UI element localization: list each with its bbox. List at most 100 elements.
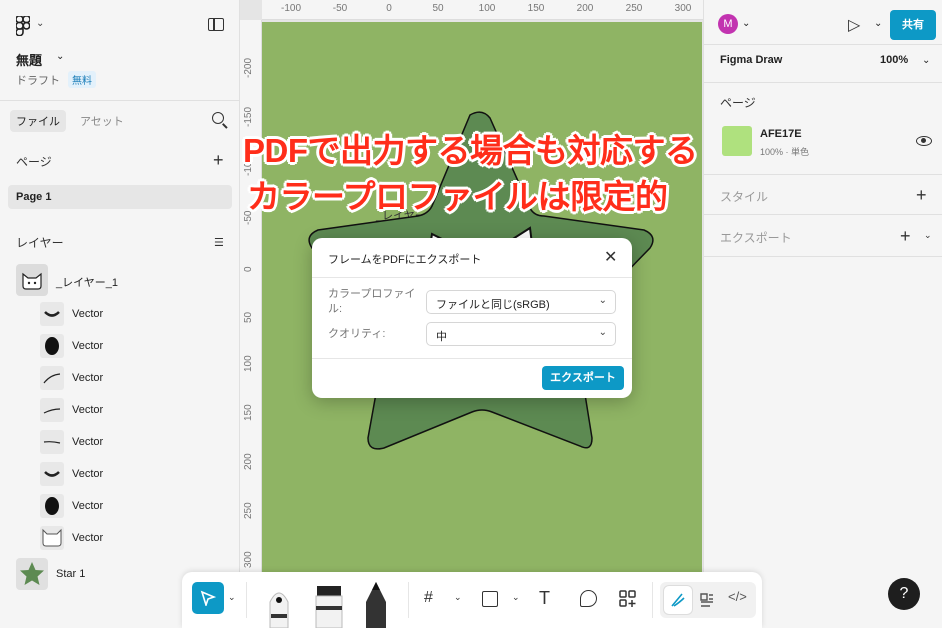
layer-row[interactable]: Vector [0,298,240,330]
add-page-icon[interactable]: + [213,151,224,169]
left-panel: ⌄ 無題 ⌄ ドラフト 無料 ファイル アセット ページ + Page 1 レイ… [0,0,240,628]
vector-thumbnail [40,526,64,550]
figma-logo-icon[interactable] [15,15,31,41]
add-style-icon[interactable]: + [916,186,927,204]
chevron-down-icon: ⌄ [598,327,607,338]
right-panel: M ⌄ ▷ ⌄ 共有 Figma Draw 100% ⌄ ページ AFE17E … [703,0,942,628]
layers-collapse-icon[interactable]: ☰ [214,236,224,249]
ruler-tick: 250 [625,3,643,14]
vector-thumbnail [40,334,64,358]
draft-label: ドラフト [16,75,60,87]
color-profile-value: ファイルと同じ(sRGB) [436,299,550,311]
chevron-down-icon[interactable]: ⌄ [924,230,932,241]
layers-heading: レイヤー [16,236,64,250]
divider [704,44,942,45]
frame-thumbnail [16,264,48,296]
chevron-down-icon[interactable]: ⌄ [56,51,64,62]
star-thumbnail [16,558,48,590]
chevron-down-icon[interactable]: ⌄ [512,592,520,603]
layer-row[interactable]: Vector [0,330,240,362]
ruler-tick: 200 [243,453,254,470]
layer-name: Vector [72,404,104,416]
layer-name: Vector [72,340,104,352]
pen-tool-icon[interactable] [266,580,292,628]
quality-select[interactable]: 中 ⌄ [426,322,616,346]
vector-thumbnail [40,430,64,454]
fill-swatch[interactable] [722,126,752,156]
color-profile-select[interactable]: ファイルと同じ(sRGB) ⌄ [426,290,616,314]
fill-hex[interactable]: AFE17E [760,128,802,140]
avatar[interactable]: M [718,14,738,34]
export-button[interactable]: エクスポート [542,366,624,390]
ruler-tick: 50 [243,311,254,323]
chevron-down-icon[interactable]: ⌄ [228,592,236,603]
text-tool-icon[interactable]: T [539,588,550,609]
divider [246,582,247,618]
quality-value: 中 [436,331,447,343]
vector-thumbnail [40,366,64,390]
chevron-down-icon[interactable]: ⌄ [454,592,462,603]
layer-row[interactable]: Vector [0,362,240,394]
draw-mode-icon[interactable] [664,586,692,614]
present-play-icon[interactable]: ▷ [848,15,860,35]
ruler-tick: 200 [576,3,594,14]
add-export-icon[interactable]: + [900,227,911,245]
layer-row[interactable]: Vector [0,394,240,426]
zoom-level[interactable]: 100% [880,54,908,66]
plan-badge: 無料 [68,71,96,88]
layer-row[interactable]: Vector [0,426,240,458]
tab-assets[interactable]: アセット [74,110,130,132]
divider [704,82,942,83]
close-icon[interactable]: ✕ [604,250,617,266]
tab-file[interactable]: ファイル [10,110,66,132]
chevron-down-icon[interactable]: ⌄ [874,18,882,29]
ruler-tick: 150 [243,404,254,421]
pages-heading: ページ [16,155,52,169]
chevron-down-icon[interactable]: ⌄ [922,55,930,66]
page-heading: ページ [720,96,756,110]
ruler-tick: 0 [386,3,392,14]
divider [652,582,653,618]
chevron-down-icon[interactable]: ⌄ [36,18,44,29]
dev-mode-icon[interactable]: </> [728,589,747,604]
divider [408,582,409,618]
dialog-title: フレームをPDFにエクスポート [328,254,482,266]
mode-label: Figma Draw [720,54,783,66]
comment-tool-icon[interactable] [580,590,597,607]
bottom-toolbar: ⌄ # ⌄ ⌄ T </> [182,572,762,628]
ruler-tick: 250 [243,502,254,519]
ruler-tick: 100 [478,3,496,14]
shape-tool-icon[interactable] [482,591,498,607]
vector-thumbnail [40,462,64,486]
layer-row[interactable]: Vector [0,458,240,490]
layer-name: Vector [72,468,104,480]
divider [0,100,240,101]
page-item[interactable]: Page 1 [8,185,232,209]
search-icon[interactable] [212,112,224,124]
chevron-down-icon[interactable]: ⌄ [742,18,750,29]
eye-icon[interactable] [916,136,932,146]
actions-tool-icon[interactable] [618,589,638,609]
frame-tool-icon[interactable]: # [424,589,433,607]
layer-row[interactable]: Vector [0,490,240,522]
sidebar-toggle-icon[interactable] [208,18,224,31]
layer-row[interactable]: Vector [0,522,240,554]
layer-name: Star 1 [56,568,86,580]
pencil-tool-icon[interactable] [362,580,390,628]
export-heading: エクスポート [720,231,792,245]
help-button[interactable]: ? [888,578,920,610]
vector-thumbnail [40,398,64,422]
ruler-tick: -50 [332,3,348,14]
quality-label: クオリティ: [328,328,386,340]
layer-name: Vector [72,372,104,384]
layer-frame-name[interactable]: _レイヤー_1 [56,274,118,290]
ruler-tick: -200 [243,57,254,78]
design-mode-icon[interactable] [698,591,716,609]
fill-opacity: 100% · 単色 [760,147,810,157]
move-tool-icon[interactable] [192,582,224,614]
vector-thumbnail [40,494,64,518]
marker-tool-icon[interactable] [314,582,344,628]
color-profile-label: カラープロファイル: [328,288,416,315]
file-name[interactable]: 無題 [16,50,42,69]
share-button[interactable]: 共有 [890,10,936,40]
